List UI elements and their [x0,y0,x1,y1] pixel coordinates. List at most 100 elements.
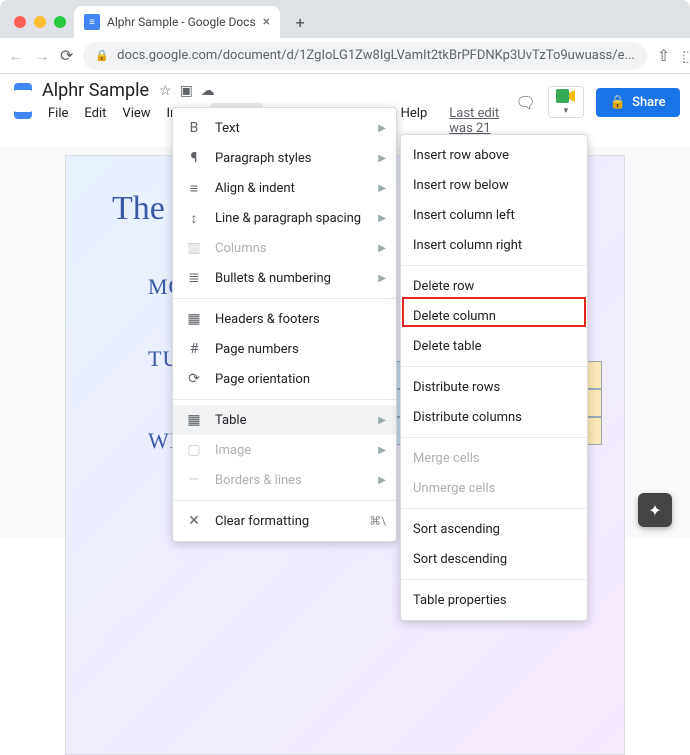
menu-item-icon: ▢ [185,442,203,458]
meet-button[interactable]: ▾ [548,86,584,118]
menu-item-icon: ¶ [185,150,203,166]
menu-item-icon: ▥ [185,240,203,256]
format-menu-item[interactable]: ▦Headers & footers [173,304,396,334]
star-icon[interactable]: ☆ [159,83,172,99]
format-menu-item[interactable]: ✕Clear formatting⌘\ [173,506,396,536]
format-menu-item: — Borders & lines ▶ [173,465,396,495]
address-bar[interactable]: 🔒 docs.google.com/document/d/1ZgIoLG1Zw8… [83,42,646,70]
table-menu-item[interactable]: Delete row [401,271,587,301]
menu-item-label: Table [215,413,246,428]
share-label: Share [632,95,666,110]
menu-item-label: Table properties [413,593,507,608]
format-menu-item[interactable]: ≡Align & indent▶ [173,173,396,203]
menu-item-icon: ▦ [185,412,203,428]
format-menu-dropdown: BText▶¶Paragraph styles▶≡Align & indent▶… [172,107,397,542]
format-menu-item[interactable]: ▦ Table ▶ [173,405,396,435]
menu-item-label: Page numbers [215,342,299,357]
menu-item-label: Distribute columns [413,410,522,425]
menu-item-icon: ✕ [185,513,203,529]
forward-button[interactable]: → [34,46,50,66]
table-menu-item[interactable]: Insert column left [401,200,587,230]
address-bar-row: ← → ⟳ 🔒 docs.google.com/document/d/1ZgIo… [0,38,690,74]
submenu-arrow-icon: ▶ [378,123,386,134]
menu-item-label: Merge cells [413,451,480,466]
close-tab-button[interactable]: × [263,14,270,30]
menu-item-icon: — [185,472,203,488]
back-button[interactable]: ← [8,46,24,66]
minimize-window-button[interactable] [34,16,46,28]
share-button[interactable]: 🔒 Share [596,88,680,117]
menu-item-label: Bullets & numbering [215,271,331,286]
menu-item-label: Align & indent [215,181,295,196]
lock-icon: 🔒 [610,95,626,110]
submenu-arrow-icon: ▶ [378,273,386,284]
reload-button[interactable]: ⟳ [60,46,73,66]
menu-item-label: Delete column [413,309,496,324]
menu-item-icon: ≣ [185,270,203,286]
menu-item-icon: ↕ [185,210,203,227]
cloud-status-icon[interactable]: ☁ [201,83,215,99]
url-text: docs.google.com/document/d/1ZgIoLG1Zw8Ig… [117,48,635,63]
format-menu-item: ▥Columns▶ [173,233,396,263]
menu-item-label: Sort ascending [413,522,500,537]
menu-item-label: Delete row [413,279,474,294]
menu-item-label: Line & paragraph spacing [215,211,361,226]
submenu-arrow-icon: ▶ [378,475,386,486]
menu-item-label: Insert column right [413,238,522,253]
menu-item-label: Distribute rows [413,380,500,395]
extension-icons: ⬚ 🐻 ✦ ◧ 👤 ⋮ [680,47,690,65]
menu-item-label: Paragraph styles [215,151,312,166]
menu-item-label: Insert row below [413,178,509,193]
window-controls [8,16,74,38]
table-menu-item[interactable]: Delete column [401,301,587,331]
menu-shortcut: ⌘\ [369,514,386,528]
browser-tab-strip: ≡ Alphr Sample - Google Docs × + [0,0,690,38]
menu-item-label: Sort descending [413,552,507,567]
menu-item-label: Image [215,443,251,458]
menu-item-icon: B [185,120,203,136]
menu-item-label: Insert row above [413,148,509,163]
table-menu-item[interactable]: Sort descending [401,544,587,574]
submenu-arrow-icon: ▶ [378,183,386,194]
lock-icon: 🔒 [95,49,109,62]
format-menu-item: ▢ Image ▶ [173,435,396,465]
table-menu-item[interactable]: Distribute columns [401,402,587,432]
submenu-arrow-icon: ▶ [378,445,386,456]
close-window-button[interactable] [14,16,26,28]
format-menu-item[interactable]: ⟳ Page orientation [173,364,396,394]
table-menu-item[interactable]: Sort ascending [401,514,587,544]
maximize-window-button[interactable] [54,16,66,28]
extension-icon[interactable]: ⬚ [680,47,690,65]
format-menu-item[interactable]: BText▶ [173,113,396,143]
new-tab-button[interactable]: + [286,8,314,36]
table-menu-item[interactable]: Insert row above [401,140,587,170]
format-menu-item[interactable]: ≣ Bullets & numbering ▶ [173,263,396,293]
table-menu-item: Merge cells [401,443,587,473]
format-menu-item[interactable]: #Page numbers [173,334,396,364]
comments-icon[interactable]: 🗨 [516,93,536,112]
docs-logo[interactable] [14,83,32,119]
table-menu-item[interactable]: Table properties [401,585,587,615]
menu-item-label: Borders & lines [215,473,302,488]
table-menu-item[interactable]: Insert row below [401,170,587,200]
submenu-arrow-icon: ▶ [378,415,386,426]
table-menu-item[interactable]: Distribute rows [401,372,587,402]
explore-button[interactable]: ✦ [638,493,672,527]
move-icon[interactable]: ▣ [180,83,193,99]
menu-item-label: Insert column left [413,208,515,223]
docs-favicon: ≡ [84,14,100,30]
format-menu-item[interactable]: ¶Paragraph styles▶ [173,143,396,173]
menu-item-label: Page orientation [215,372,310,387]
table-submenu-dropdown: Insert row above Insert row below Insert c… [400,134,588,621]
tab-title: Alphr Sample - Google Docs [107,15,256,29]
format-menu-item[interactable]: ↕ Line & paragraph spacing ▶ [173,203,396,233]
submenu-arrow-icon: ▶ [378,213,386,224]
document-title[interactable]: Alphr Sample [42,80,149,101]
menu-item-icon: ⟳ [185,371,203,387]
browser-tab[interactable]: ≡ Alphr Sample - Google Docs × [74,6,280,38]
table-menu-item[interactable]: Delete table [401,331,587,361]
table-menu-item[interactable]: Insert column right [401,230,587,260]
menu-item-label: Delete table [413,339,482,354]
share-url-icon[interactable]: ⇧ [657,46,670,66]
table-menu-item: Unmerge cells [401,473,587,503]
